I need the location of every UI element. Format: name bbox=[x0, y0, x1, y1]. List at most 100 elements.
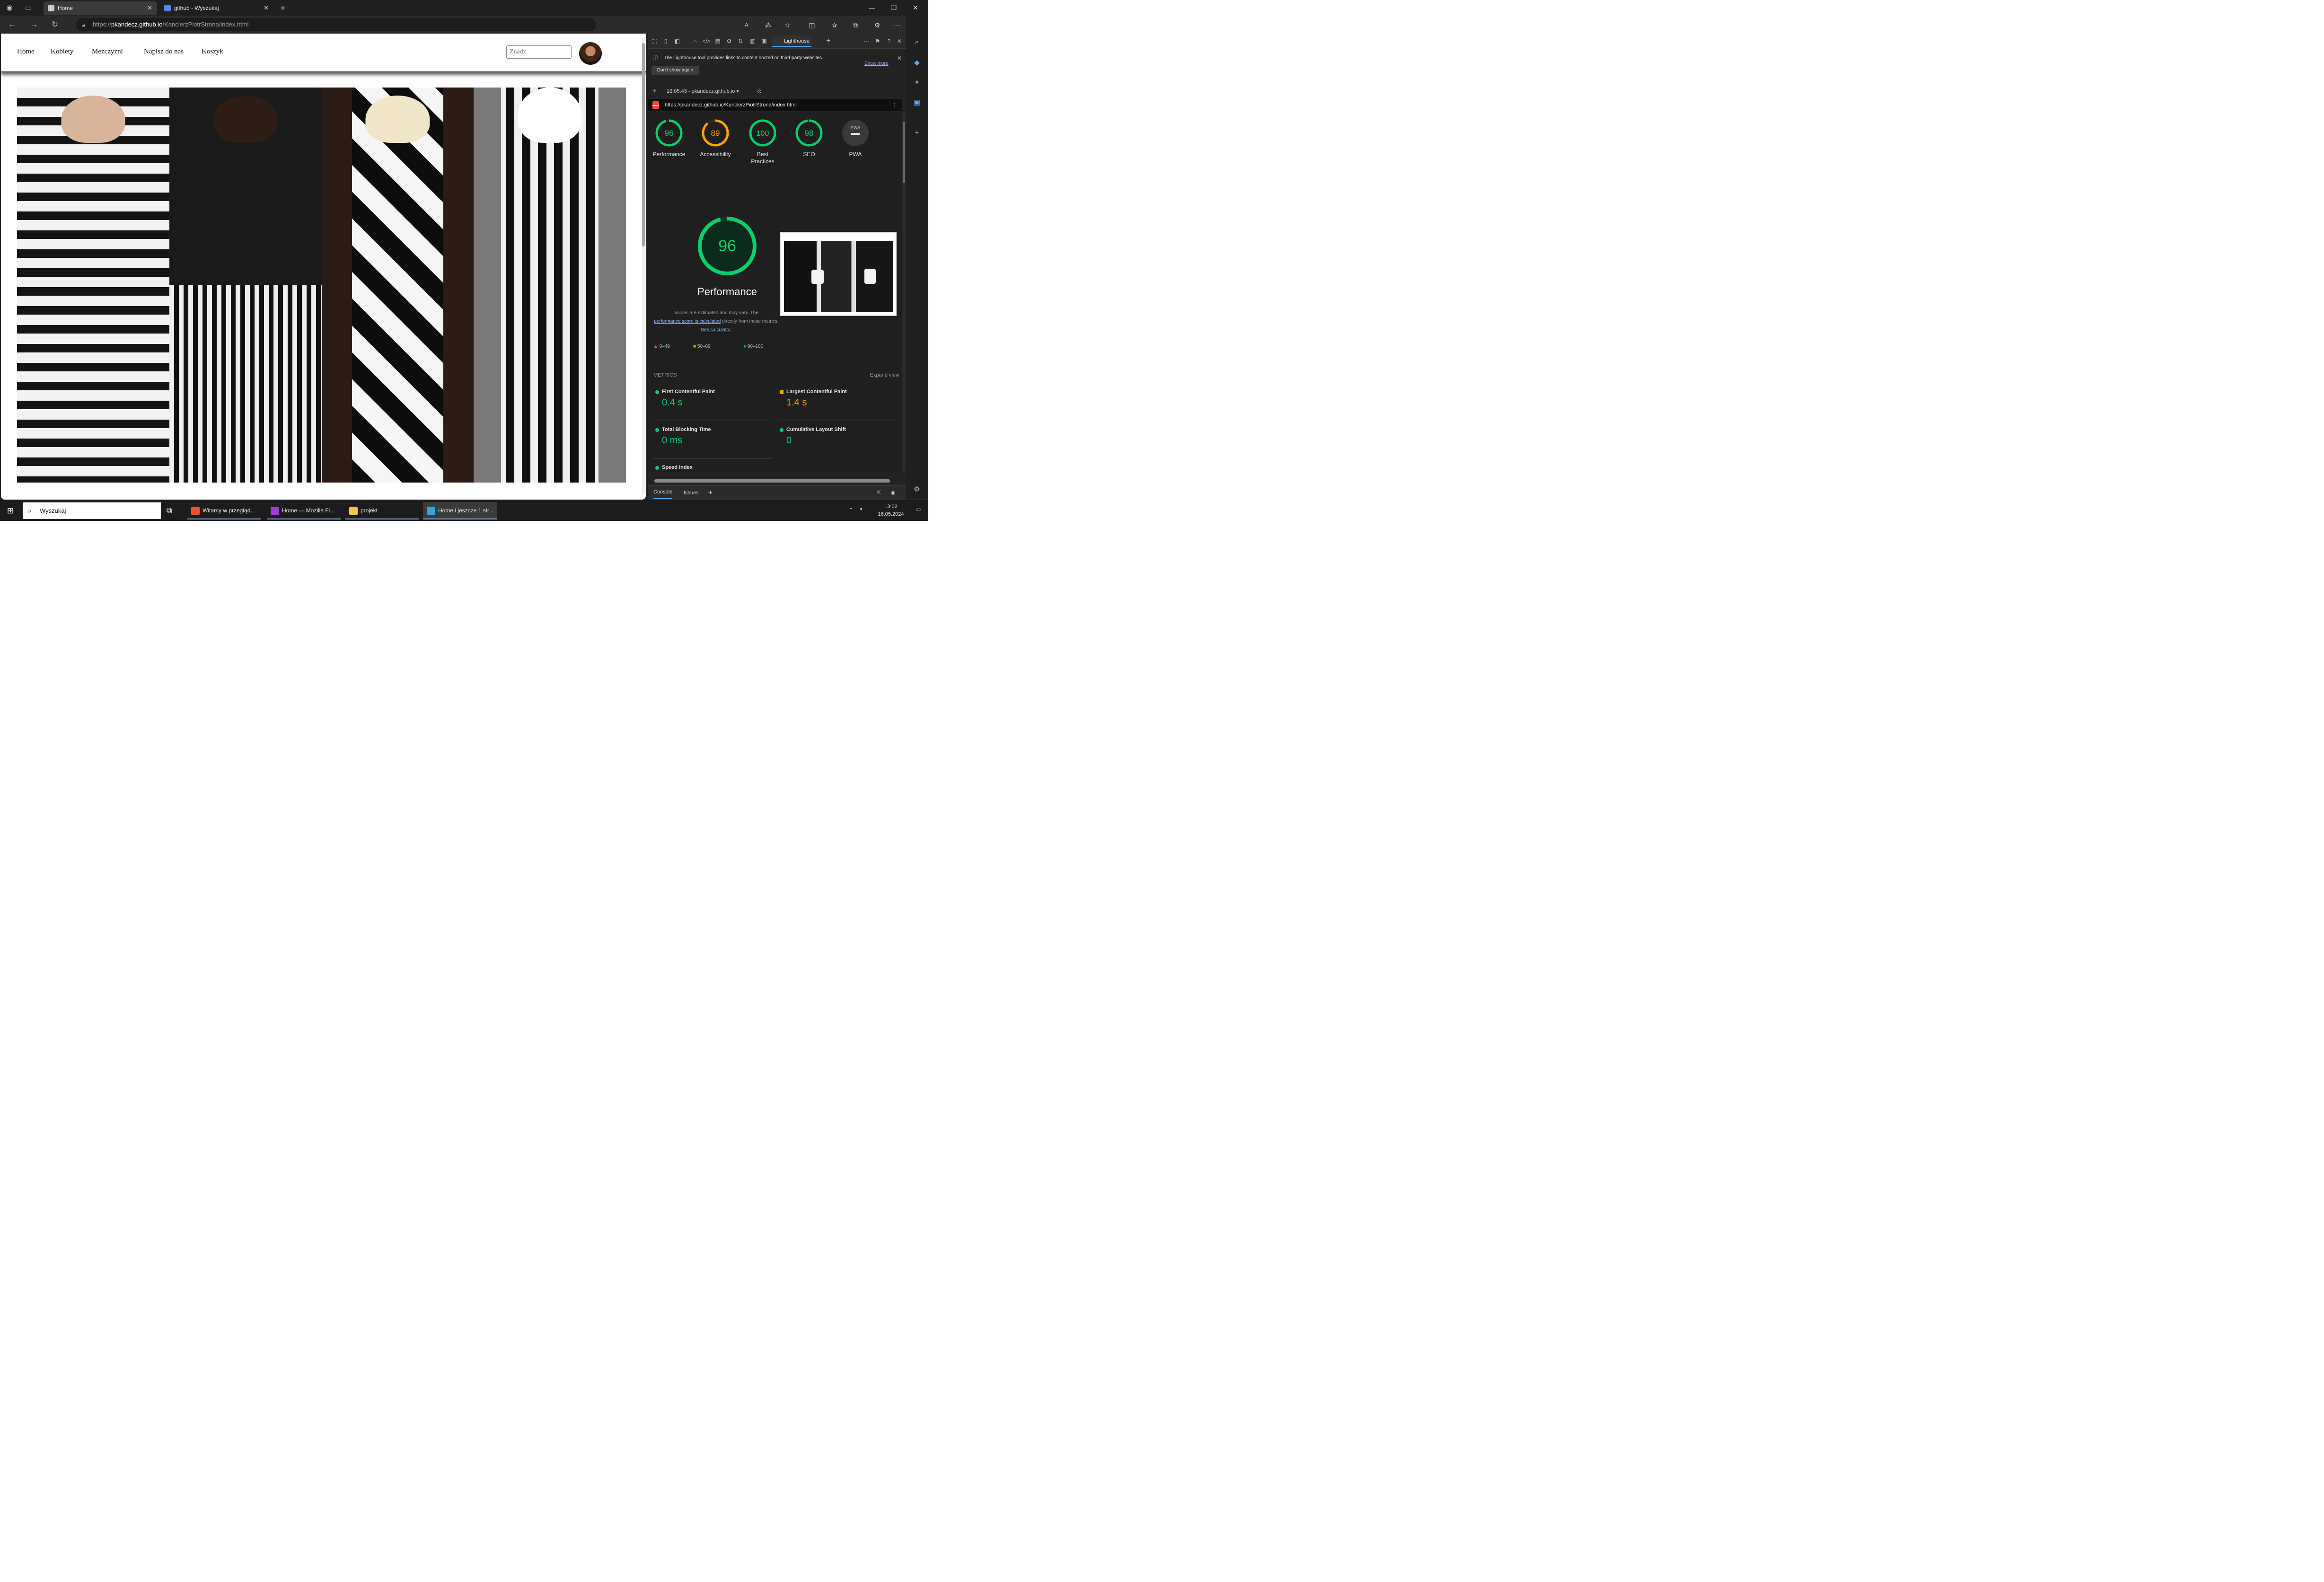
volume-icon[interactable]: 🔈︎ bbox=[860, 506, 863, 512]
tab-actions-icon[interactable]: ▭ bbox=[24, 3, 33, 13]
see-calculator-link[interactable]: See calculator. bbox=[701, 327, 732, 333]
close-window-button[interactable]: ✕ bbox=[905, 0, 926, 16]
task-view-icon[interactable]: ⧉ bbox=[167, 500, 172, 521]
clock[interactable]: 13:02 16.05.2024 bbox=[874, 503, 907, 518]
notifications-icon[interactable]: ▭ bbox=[916, 506, 921, 512]
taskbar-app-firefox[interactable]: Home — Mozilla Fi... bbox=[267, 502, 341, 519]
minimize-button[interactable]: — bbox=[861, 0, 883, 16]
score-best-practices[interactable]: 100 Best Practices bbox=[740, 119, 785, 165]
close-devtools-icon[interactable]: ✕ bbox=[895, 36, 904, 46]
taskbar-app-edge-active[interactable]: Home i jeszcze 1 str... bbox=[423, 502, 497, 519]
metric-label: Cumulative Layout Shift bbox=[786, 427, 846, 432]
tab-home[interactable]: Home ✕ bbox=[44, 1, 157, 15]
tab-github-search[interactable]: github - Wyszukaj ✕ bbox=[160, 1, 273, 15]
shopping-icon[interactable]: ◆ bbox=[911, 57, 923, 69]
report-scrollbar[interactable] bbox=[902, 112, 906, 472]
chevron-up-icon[interactable]: ⌃ bbox=[849, 507, 853, 513]
score-accessibility[interactable]: 89 Accessibility bbox=[694, 119, 737, 158]
score-seo[interactable]: 98 SEO bbox=[788, 119, 830, 158]
search-icon[interactable]: ⌕ bbox=[911, 36, 923, 48]
report-url: https://pkandecz.github.io/KanclerzPiotr… bbox=[665, 102, 797, 108]
settings-icon[interactable]: ⚙ bbox=[911, 484, 923, 495]
nav-kobiety[interactable]: Kobiety bbox=[51, 48, 73, 56]
score-performance[interactable]: 96 Performance bbox=[648, 119, 690, 158]
url-field[interactable]: 🔒︎ https://pkandecz.github.io/KanclerzPi… bbox=[76, 18, 596, 31]
network-icon[interactable]: ⇅ bbox=[736, 36, 745, 46]
taskbar-app-edge[interactable]: Witamy w przegląd... bbox=[187, 502, 261, 519]
taskbar-search-input[interactable]: ⌕ Wyszukaj bbox=[23, 502, 161, 519]
site-search-input[interactable]: Znadz bbox=[506, 45, 572, 59]
performance-gauge-large: 96 Performance bbox=[670, 215, 784, 298]
forward-icon[interactable]: → bbox=[28, 19, 40, 30]
square-icon bbox=[780, 390, 783, 394]
nav-mezczyzni[interactable]: Mezczyzni bbox=[92, 48, 123, 56]
elements-icon[interactable]: </> bbox=[702, 36, 711, 46]
screenshot-icon[interactable]: ◉ bbox=[891, 486, 896, 500]
close-tab-icon[interactable]: ✕ bbox=[264, 1, 269, 15]
extensions-icon[interactable]: ⚙ bbox=[872, 20, 883, 30]
device-icon[interactable]: ▯ bbox=[661, 36, 670, 46]
add-drawer-tab-icon[interactable]: + bbox=[708, 486, 713, 500]
translate-icon[interactable]: ⁂ bbox=[763, 20, 774, 30]
clear-report-icon[interactable]: ⊘ bbox=[755, 87, 764, 96]
nav-koszyk[interactable]: Koszyk bbox=[202, 48, 223, 56]
model-photo bbox=[169, 88, 322, 483]
back-icon[interactable]: ← bbox=[7, 19, 18, 30]
score-label: Performance bbox=[652, 151, 686, 158]
taskbar-app-explorer[interactable]: projekt bbox=[345, 502, 419, 519]
info-text: The Lighthouse tool provides links to co… bbox=[664, 55, 823, 61]
read-aloud-icon[interactable]: A bbox=[741, 20, 752, 30]
avatar[interactable] bbox=[579, 42, 602, 65]
sources-icon[interactable]: ⚙ bbox=[724, 36, 734, 46]
feedback-icon[interactable]: ⚑ bbox=[873, 36, 882, 46]
profile-icon[interactable]: ◉ bbox=[5, 3, 14, 13]
expand-view-link[interactable]: Expand view bbox=[870, 372, 899, 378]
add-panel-icon[interactable]: + bbox=[824, 36, 833, 46]
more-tools-icon[interactable]: ⋯ bbox=[862, 36, 871, 46]
outlook-icon[interactable]: ▣ bbox=[911, 97, 923, 108]
report-selector[interactable]: 13:05:43 - pkandecz.github.io ▾ bbox=[667, 86, 739, 97]
console-icon[interactable]: ▤ bbox=[713, 36, 722, 46]
tools-icon[interactable]: ✦ bbox=[911, 77, 923, 88]
circle-icon bbox=[655, 466, 659, 470]
inspect-icon[interactable]: ⬚ bbox=[650, 36, 659, 46]
application-icon[interactable]: ▣ bbox=[759, 36, 769, 46]
tab-console[interactable]: Console bbox=[653, 486, 673, 499]
dont-show-again-button[interactable]: Don't show again bbox=[651, 66, 699, 75]
scrollbar-thumb[interactable] bbox=[903, 122, 905, 183]
lighthouse-logo-icon bbox=[652, 101, 659, 109]
new-report-icon[interactable]: + bbox=[650, 87, 659, 96]
score-calculated-link[interactable]: performance score is calculated bbox=[654, 319, 721, 324]
windows-start-icon[interactable]: ⊞ bbox=[0, 500, 21, 521]
undock-icon[interactable]: ⇱ bbox=[877, 486, 881, 500]
help-icon[interactable]: ? bbox=[884, 36, 894, 46]
metric-value: 0.4 s bbox=[662, 397, 683, 408]
welcome-icon[interactable]: ⌂ bbox=[690, 36, 700, 46]
page-scrollbar[interactable] bbox=[642, 38, 645, 495]
horizontal-scrollbar[interactable] bbox=[654, 479, 890, 483]
score-pwa[interactable]: PWA PWA bbox=[834, 119, 877, 158]
more-icon[interactable]: ⋯ bbox=[891, 20, 903, 30]
performance-icon[interactable]: ▥ bbox=[748, 36, 757, 46]
nav-home[interactable]: Home bbox=[17, 48, 35, 56]
new-tab-icon[interactable]: + bbox=[278, 3, 288, 13]
report-menu-icon[interactable]: ⋮ bbox=[890, 100, 899, 110]
restore-button[interactable]: ❐ bbox=[883, 0, 905, 16]
refresh-icon[interactable]: ↻ bbox=[49, 19, 61, 30]
dock-icon[interactable]: ◧ bbox=[672, 36, 682, 46]
final-screenshot-thumbnail[interactable] bbox=[780, 232, 897, 316]
tab-issues[interactable]: Issues bbox=[684, 486, 699, 500]
favorites-bar-icon[interactable]: ✰ bbox=[829, 20, 840, 30]
close-tab-icon[interactable]: ✕ bbox=[147, 1, 152, 15]
screenshot-figure bbox=[811, 270, 824, 284]
split-screen-icon[interactable]: ◫ bbox=[806, 20, 818, 30]
collections-icon[interactable]: ⧉ bbox=[850, 20, 861, 30]
nav-napisz[interactable]: Napisz do nas bbox=[144, 48, 184, 56]
legend-label: 0–49 bbox=[659, 344, 670, 349]
scrollbar-thumb[interactable] bbox=[642, 43, 645, 246]
tab-lighthouse[interactable]: Lighthouse bbox=[772, 35, 811, 47]
add-sidebar-icon[interactable]: + bbox=[911, 127, 923, 139]
close-info-icon[interactable]: ✕ bbox=[895, 53, 904, 63]
favorite-icon[interactable]: ☆ bbox=[782, 20, 793, 30]
show-more-link[interactable]: Show more bbox=[864, 61, 889, 66]
